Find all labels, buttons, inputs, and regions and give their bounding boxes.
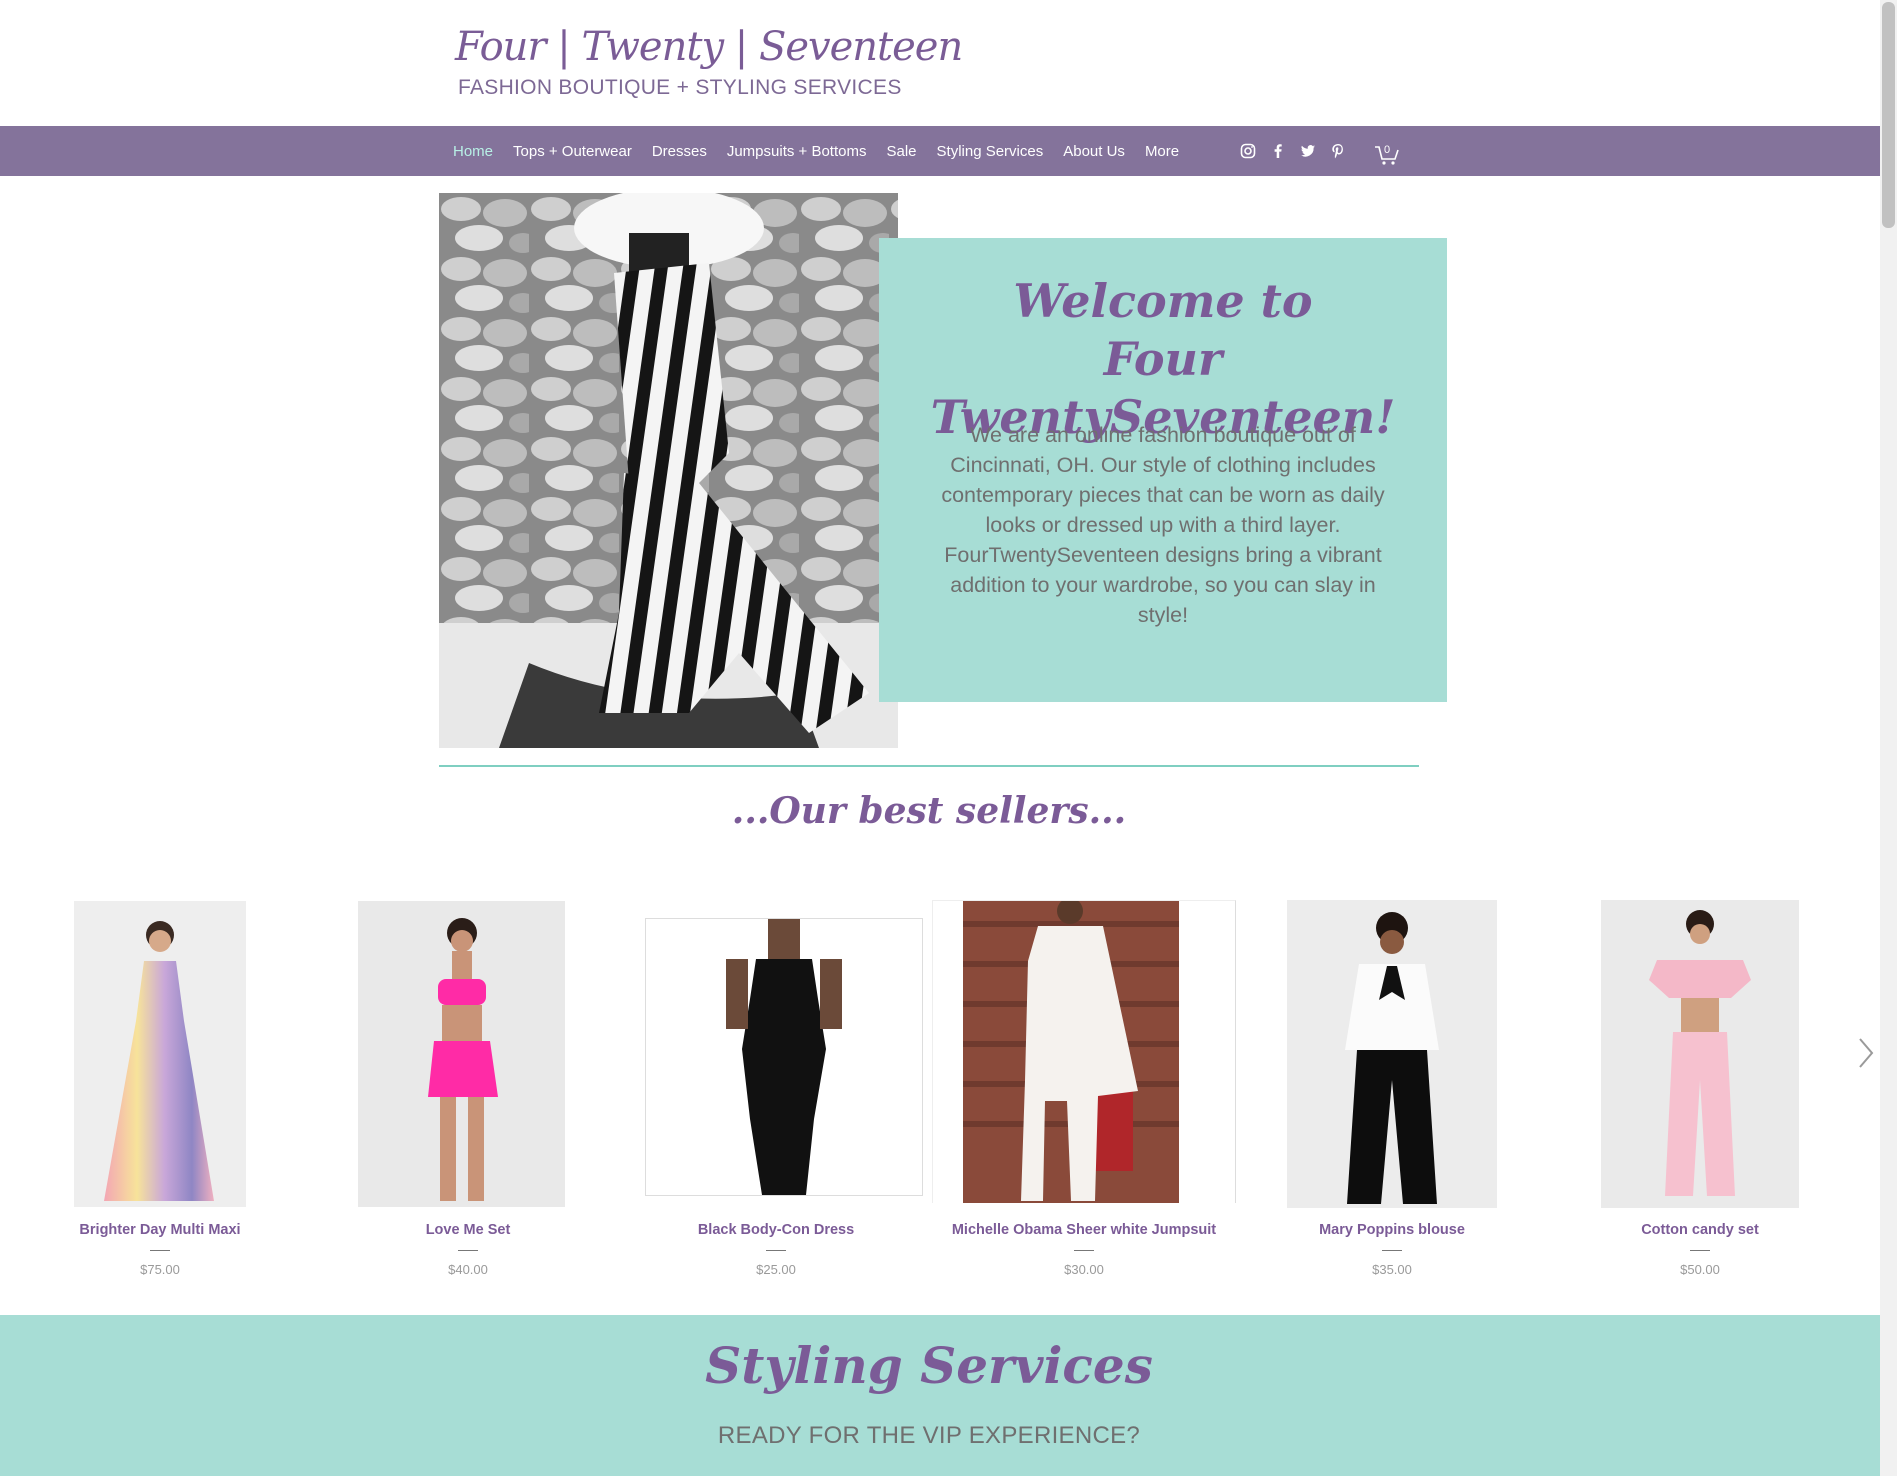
- hero-image: [439, 193, 898, 748]
- nav-item-jumpsuits-bottoms[interactable]: Jumpsuits + Bottoms: [727, 143, 867, 160]
- product-image[interactable]: [645, 918, 923, 1196]
- product-separator: [1690, 1250, 1710, 1251]
- product-separator: [1074, 1250, 1094, 1251]
- product-separator: [458, 1250, 478, 1251]
- product-price: $75.00: [140, 1262, 180, 1277]
- welcome-line-1: Welcome to: [1013, 274, 1313, 328]
- styling-services-subtitle: READY FOR THE VIP EXPERIENCE?: [717, 1422, 1141, 1449]
- product-price: $25.00: [756, 1262, 796, 1277]
- product-image[interactable]: [1287, 900, 1497, 1208]
- nav-item-sale[interactable]: Sale: [886, 143, 916, 160]
- section-divider: [439, 765, 1419, 767]
- product-separator: [766, 1250, 786, 1251]
- logo-subtitle: FASHION BOUTIQUE + STYLING SERVICES: [458, 76, 902, 99]
- product-name[interactable]: Black Body-Con Dress: [636, 1222, 916, 1238]
- styling-services-title: Styling Services: [705, 1336, 1153, 1395]
- facebook-icon[interactable]: [1270, 143, 1286, 159]
- social-links: [1240, 126, 1346, 176]
- product-separator: [150, 1250, 170, 1251]
- cart-button[interactable]: 0: [1374, 140, 1400, 166]
- scrollbar-thumb[interactable]: [1882, 2, 1895, 228]
- product-name[interactable]: Michelle Obama Sheer white Jumpsuit: [944, 1222, 1224, 1238]
- nav-item-about-us[interactable]: About Us: [1063, 143, 1125, 160]
- product-price: $40.00: [448, 1262, 488, 1277]
- main-nav: Home Tops + Outerwear Dresses Jumpsuits …: [453, 126, 1179, 176]
- product-image[interactable]: [932, 900, 1236, 1203]
- product-price: $30.00: [1064, 1262, 1104, 1277]
- best-sellers-title: ...Our best sellers...: [731, 790, 1127, 832]
- product-name[interactable]: Brighter Day Multi Maxi: [20, 1222, 300, 1238]
- pinterest-icon[interactable]: [1330, 143, 1346, 159]
- nav-item-dresses[interactable]: Dresses: [652, 143, 707, 160]
- welcome-body-text: We are an online fashion boutique out of…: [941, 423, 1385, 627]
- product-name[interactable]: Mary Poppins blouse: [1252, 1222, 1532, 1238]
- nav-item-styling-services[interactable]: Styling Services: [937, 143, 1044, 160]
- product-image[interactable]: [1601, 900, 1799, 1208]
- logo-title[interactable]: Four | Twenty | Seventeen: [455, 24, 963, 70]
- product-price: $35.00: [1372, 1262, 1412, 1277]
- nav-item-home[interactable]: Home: [453, 143, 493, 160]
- nav-item-more[interactable]: More: [1145, 143, 1179, 160]
- product-name[interactable]: Cotton candy set: [1560, 1222, 1840, 1238]
- chevron-right-icon[interactable]: [1856, 1036, 1876, 1070]
- cart-count: 0: [1383, 144, 1391, 156]
- product-image[interactable]: [358, 901, 565, 1207]
- twitter-icon[interactable]: [1300, 143, 1316, 159]
- instagram-icon[interactable]: [1240, 143, 1256, 159]
- product-price: $50.00: [1680, 1262, 1720, 1277]
- product-name[interactable]: Love Me Set: [328, 1222, 608, 1238]
- product-image[interactable]: [74, 901, 246, 1207]
- nav-item-tops-outerwear[interactable]: Tops + Outerwear: [513, 143, 632, 160]
- product-separator: [1382, 1250, 1402, 1251]
